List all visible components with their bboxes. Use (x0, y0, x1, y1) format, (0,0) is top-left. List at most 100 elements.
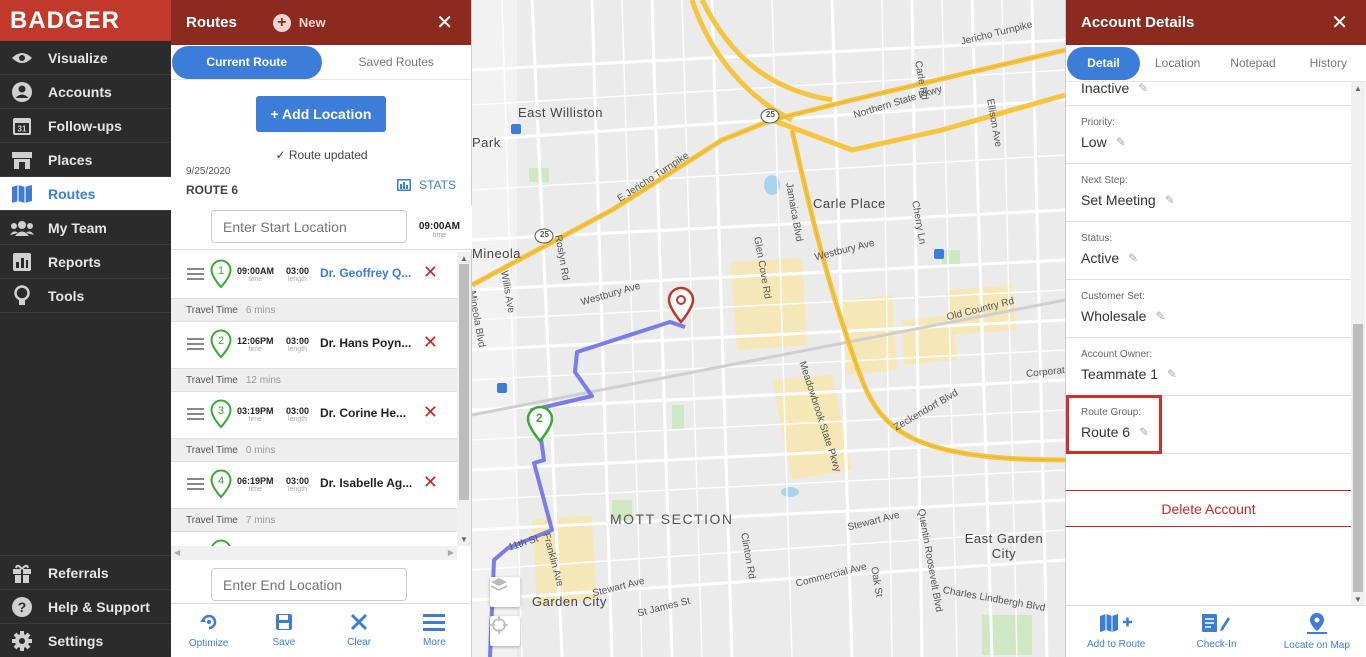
nav-item-accounts[interactable]: Accounts (0, 75, 171, 109)
field-value[interactable]: Wholesale ✎ (1081, 308, 1165, 324)
close-routes-icon[interactable]: ✕ (436, 10, 453, 35)
stop-time[interactable]: 03:19PM time (237, 406, 274, 423)
tab-saved-routes[interactable]: Saved Routes (322, 55, 472, 69)
menu-icon (423, 614, 446, 631)
pencil-icon[interactable]: ✎ (1167, 367, 1177, 381)
tab-current-route[interactable]: Current Route (172, 45, 322, 79)
field-value[interactable]: Set Meeting ✎ (1081, 192, 1175, 208)
tab-detail[interactable]: Detail (1067, 46, 1140, 80)
route-stop[interactable] (171, 532, 457, 546)
account-scrollbar[interactable]: ▲ ▼ (1351, 82, 1365, 606)
account-tabs: Detail Location Notepad History (1066, 45, 1366, 82)
nav-item-tools[interactable]: Tools (0, 279, 171, 313)
badger-logo[interactable]: BADGER (0, 0, 171, 41)
remove-stop-icon[interactable]: ✕ (423, 262, 438, 283)
check-in-button[interactable]: Check-In (1166, 606, 1266, 657)
field-label: Customer Set: (1081, 291, 1145, 302)
stops-h-scrollbar[interactable]: ◀ ▶ (171, 546, 457, 560)
stop-length[interactable]: 03:00 length (286, 476, 309, 493)
stop-length[interactable]: 03:00 length (286, 266, 309, 283)
stop-time[interactable]: 06:19PM time (237, 476, 274, 493)
pencil-icon[interactable]: ✎ (1128, 251, 1138, 265)
my-location-button[interactable] (490, 616, 520, 646)
nav-item-visualize[interactable]: Visualize (0, 41, 171, 75)
scroll-right-icon[interactable]: ▶ (448, 548, 454, 557)
stop-account-name[interactable]: Dr. Geoffrey Q... (320, 266, 415, 280)
field-value[interactable]: Active ✎ (1081, 250, 1138, 266)
drag-handle-icon[interactable] (187, 338, 204, 353)
tab-history[interactable]: History (1291, 56, 1366, 70)
stops-list[interactable]: 1 09:00AM time 03:00 length Dr. Geoffrey Q… (171, 252, 457, 546)
new-route-button[interactable]: + New (272, 13, 326, 32)
nav-item-my-team[interactable]: My Team (0, 211, 171, 245)
pencil-icon[interactable]: ✎ (1165, 193, 1175, 207)
start-location-input[interactable] (211, 210, 407, 243)
scroll-up-icon[interactable]: ▲ (460, 254, 468, 263)
stop-account-name[interactable]: Dr. Corine He... (320, 406, 415, 420)
nav-item-settings[interactable]: Settings (0, 623, 171, 657)
nav-item-referrals[interactable]: Referrals (0, 555, 171, 589)
field-value[interactable]: Low ✎ (1081, 134, 1126, 150)
store-icon (10, 149, 34, 171)
stop-account-name[interactable]: Dr. Isabelle Ag... (320, 476, 415, 490)
acct-scroll-down-icon[interactable]: ▼ (1354, 595, 1362, 604)
stop-time[interactable]: 12:06PM time (237, 336, 274, 353)
stop-marker-icon: 1 (210, 259, 232, 289)
nav-item-places[interactable]: Places (0, 143, 171, 177)
acct-scroll-up-icon[interactable]: ▲ (1354, 84, 1362, 93)
crosshair-icon (490, 616, 508, 634)
nav-item-reports[interactable]: Reports (0, 245, 171, 279)
nav-item-routes[interactable]: Routes (0, 177, 171, 211)
drag-handle-icon[interactable] (187, 478, 204, 493)
tab-location[interactable]: Location (1140, 56, 1215, 70)
close-account-icon[interactable]: ✕ (1331, 10, 1348, 35)
scroll-down-icon[interactable]: ▼ (460, 535, 468, 544)
end-location-input[interactable] (211, 568, 407, 601)
route-stop[interactable]: 1 09:00AM time 03:00 length Dr. Geoffrey Q… (171, 252, 457, 299)
destination-pin[interactable] (668, 287, 694, 323)
stats-label: STATS (419, 178, 456, 192)
stop-marker-icon (211, 539, 231, 546)
route-stop[interactable]: 3 03:19PM time 03:00 length Dr. Corine He.… (171, 392, 457, 439)
pencil-icon[interactable]: ✎ (1155, 309, 1165, 323)
drag-handle-icon[interactable] (187, 268, 204, 283)
add-to-route-button[interactable]: Add to Route (1066, 606, 1166, 657)
stop-time[interactable]: 09:00AM time (237, 266, 274, 283)
route-stop[interactable]: 2 12:06PM time 03:00 length Dr. Hans Poyn.… (171, 322, 457, 369)
route-stop-2-marker[interactable]: 2 (536, 411, 543, 425)
stop-account-name[interactable]: Dr. Hans Poyn... (320, 336, 415, 350)
stats-button[interactable]: STATS (397, 178, 456, 192)
drag-handle-icon[interactable] (187, 408, 204, 423)
nav-item-help-support[interactable]: ? Help & Support (0, 589, 171, 623)
layers-button[interactable] (490, 577, 520, 607)
stop-length[interactable]: 03:00 length (286, 406, 309, 423)
field-value[interactable]: Teammate 1 ✎ (1081, 366, 1177, 382)
delete-account-button[interactable]: Delete Account (1066, 490, 1351, 527)
field-value[interactable]: Inactive ✎ (1081, 80, 1148, 96)
account-scroll-thumb[interactable] (1353, 324, 1363, 592)
optimize-button[interactable]: Optimize (171, 604, 246, 657)
add-location-button[interactable]: + Add Location (256, 96, 386, 132)
remove-stop-icon[interactable]: ✕ (423, 332, 438, 353)
stop-length-caption: length (287, 486, 308, 493)
save-button[interactable]: Save (246, 604, 321, 657)
stops-scrollbar[interactable]: ▲ ▼ (457, 252, 471, 546)
pencil-icon[interactable]: ✎ (1116, 135, 1126, 149)
stop-length-caption: length (287, 276, 308, 283)
stop-time-caption: time (248, 416, 262, 423)
stop-length[interactable]: 03:00 length (286, 336, 309, 353)
map-view[interactable]: East Williston Park Mineola Carle Place … (472, 0, 1065, 657)
clear-button[interactable]: Clear (322, 604, 397, 657)
remove-stop-icon[interactable]: ✕ (423, 402, 438, 423)
scroll-left-icon[interactable]: ◀ (174, 548, 180, 557)
pencil-icon[interactable]: ✎ (1138, 81, 1148, 95)
nav-item-follow-ups[interactable]: 31 Follow-ups (0, 109, 171, 143)
plus-circle-icon: + (272, 13, 291, 32)
stops-scroll-thumb[interactable] (459, 264, 469, 500)
route-stop[interactable]: 4 06:19PM time 03:00 length Dr. Isabelle A… (171, 462, 457, 509)
remove-stop-icon[interactable]: ✕ (423, 472, 438, 493)
stop-length-caption: length (287, 346, 308, 353)
tab-notepad[interactable]: Notepad (1215, 56, 1290, 70)
locate-on-map-button[interactable]: Locate on Map (1267, 606, 1366, 657)
more-button[interactable]: More (397, 604, 472, 657)
